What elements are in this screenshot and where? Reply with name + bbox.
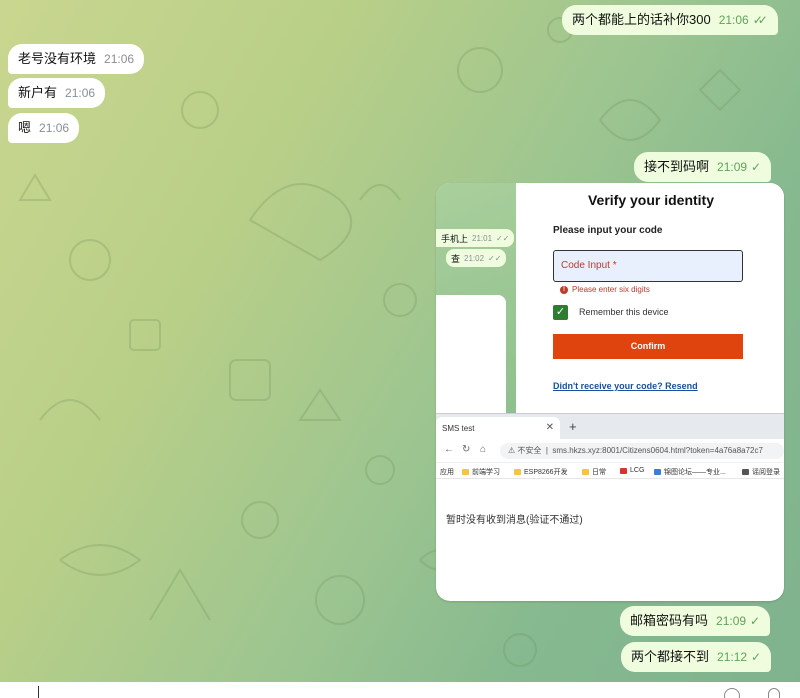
bookmark-label: ESP8266开发 bbox=[524, 469, 568, 476]
folder-icon bbox=[742, 469, 749, 475]
mini-bubble-meta: 21:01 ✓✓ bbox=[472, 233, 510, 243]
mini-bubble-meta: 21:02 ✓✓ bbox=[464, 253, 502, 263]
screenshot-chat-panel-white bbox=[436, 295, 506, 413]
bookmark: ESP8266开发 bbox=[514, 467, 568, 477]
url-text: sms.hkzs.xyz:8001/Citizens0604.html?toke… bbox=[552, 446, 763, 455]
photo-message[interactable]: 手机上 21:01 ✓✓ 查 21:02 ✓✓ Verify your identi… bbox=[436, 183, 784, 601]
message-text: 邮箱密码有吗 bbox=[630, 613, 709, 628]
bookmark-label: 锦图论坛——专业... bbox=[664, 469, 726, 476]
message-text: 嗯 bbox=[18, 120, 32, 135]
message-bubble[interactable]: 新户有 21:06 bbox=[8, 78, 106, 108]
message-bubble[interactable]: 老号没有环境 21:06 bbox=[8, 44, 145, 74]
check-icon: ✓ bbox=[750, 614, 761, 628]
screenshot-mini-bubble: 查 21:02 ✓✓ bbox=[446, 249, 507, 267]
url-field: ⚠ 不安全 | sms.hkzs.xyz:8001/Citizens0604.h… bbox=[500, 443, 784, 459]
message-meta: 21:09 ✓ bbox=[717, 158, 761, 176]
remember-checkbox: ✓ bbox=[553, 305, 568, 320]
mini-bubble-text: 查 bbox=[451, 253, 461, 264]
sms-status-text: 暂时没有收到消息(验证不通过) bbox=[446, 515, 583, 526]
new-tab-icon: + bbox=[569, 419, 577, 434]
resend-link: Didn't receive your code? Resend bbox=[553, 381, 698, 391]
refresh-icon: ↻ bbox=[462, 444, 471, 455]
bookmark: 谣阅登录 bbox=[742, 467, 780, 477]
bookmark-label: 前端学习 bbox=[472, 469, 500, 476]
browser-tab-title: SMS test bbox=[442, 424, 475, 433]
message-time: 21:06 bbox=[65, 86, 96, 100]
double-check-icon: ✓✓ bbox=[752, 13, 768, 27]
bookmark: 应用 bbox=[440, 467, 454, 477]
warning-icon: ⚠ bbox=[508, 446, 516, 455]
message-meta: 21:06 bbox=[39, 119, 69, 137]
emoji-icon[interactable] bbox=[724, 688, 740, 698]
close-icon: ✕ bbox=[545, 422, 554, 433]
bookmarks-bar: 应用 前端学习 ESP8266开发 日常 LCG 锦图论坛——专业... 谣阅登… bbox=[436, 463, 784, 479]
insecure-label: 不安全 bbox=[517, 446, 542, 455]
message-bubble[interactable]: 两个都接不到 21:12 ✓ bbox=[621, 642, 772, 672]
message-time: 21:12 bbox=[717, 650, 748, 664]
mini-bubble-time: 21:02 bbox=[464, 253, 485, 263]
code-input: Code Input * bbox=[553, 250, 743, 282]
warning-icon: ! bbox=[560, 285, 568, 294]
bookmark: LCG bbox=[620, 467, 644, 474]
browser-tab: SMS test ✕ bbox=[436, 417, 560, 440]
bookmark-label: 谣阅登录 bbox=[752, 469, 780, 476]
message-input-bar[interactable] bbox=[0, 682, 800, 698]
message-time: 21:09 bbox=[716, 614, 747, 628]
folder-icon bbox=[654, 469, 661, 475]
folder-icon bbox=[514, 469, 521, 475]
message-meta: 21:06 ✓✓ bbox=[719, 11, 768, 29]
verify-form: Verify your identity Please input your c… bbox=[518, 183, 784, 413]
message-meta: 21:12 ✓ bbox=[717, 648, 761, 666]
remember-label: Remember this device bbox=[579, 307, 669, 317]
message-meta: 21:06 bbox=[65, 84, 95, 102]
text-caret bbox=[38, 686, 39, 698]
bookmark: 前端学习 bbox=[462, 467, 500, 477]
screenshot-mini-bubble: 手机上 21:01 ✓✓ bbox=[436, 229, 515, 247]
verify-title: Verify your identity bbox=[587, 192, 715, 208]
code-error-text: Please enter six digits bbox=[572, 285, 650, 294]
message-bubble[interactable]: 邮箱密码有吗 21:09 ✓ bbox=[620, 606, 771, 636]
message-text: 老号没有环境 bbox=[18, 51, 97, 66]
message-text: 两个都能上的话补你300 bbox=[572, 12, 711, 27]
message-bubble[interactable]: 嗯 21:06 bbox=[8, 113, 80, 143]
message-meta: 21:06 bbox=[104, 50, 134, 68]
confirm-button: Confirm bbox=[553, 334, 743, 359]
message-text: 接不到码啊 bbox=[644, 159, 710, 174]
browser-tab-bar: SMS test ✕ + bbox=[436, 413, 784, 440]
message-time: 21:06 bbox=[718, 13, 749, 27]
back-icon: ← bbox=[444, 444, 454, 455]
message-bubble[interactable]: 两个都能上的话补你300 21:06 ✓✓ bbox=[562, 5, 778, 35]
home-icon: ⌂ bbox=[480, 444, 487, 455]
message-text: 新户有 bbox=[18, 85, 58, 100]
verify-subtitle: Please input your code bbox=[553, 225, 663, 236]
message-time: 21:06 bbox=[39, 121, 70, 135]
message-text: 两个都接不到 bbox=[631, 649, 710, 664]
folder-icon bbox=[582, 469, 589, 475]
bookmark-label: 应用 bbox=[440, 469, 454, 476]
message-meta: 21:09 ✓ bbox=[716, 612, 760, 630]
check-icon: ✓ bbox=[751, 160, 762, 174]
browser-address-bar: ← ↻ ⌂ ⚠ 不安全 | sms.hkzs.xyz:8001/Citizens… bbox=[436, 439, 784, 463]
code-error: ! Please enter six digits bbox=[560, 285, 650, 294]
mic-icon[interactable] bbox=[768, 688, 780, 698]
folder-icon bbox=[462, 469, 469, 475]
bookmark: 锦图论坛——专业... bbox=[654, 467, 726, 477]
message-time: 21:09 bbox=[717, 160, 748, 174]
message-time: 21:06 bbox=[104, 52, 135, 66]
message-bubble[interactable]: 接不到码啊 21:09 ✓ bbox=[634, 152, 772, 182]
bookmark-label: LCG bbox=[630, 467, 645, 474]
mini-bubble-time: 21:01 bbox=[472, 233, 493, 243]
bookmark: 日常 bbox=[582, 467, 606, 477]
check-icon: ✓ bbox=[751, 650, 762, 664]
mini-bubble-text: 手机上 bbox=[441, 233, 469, 244]
folder-icon bbox=[620, 467, 627, 474]
bookmark-label: 日常 bbox=[592, 469, 606, 476]
